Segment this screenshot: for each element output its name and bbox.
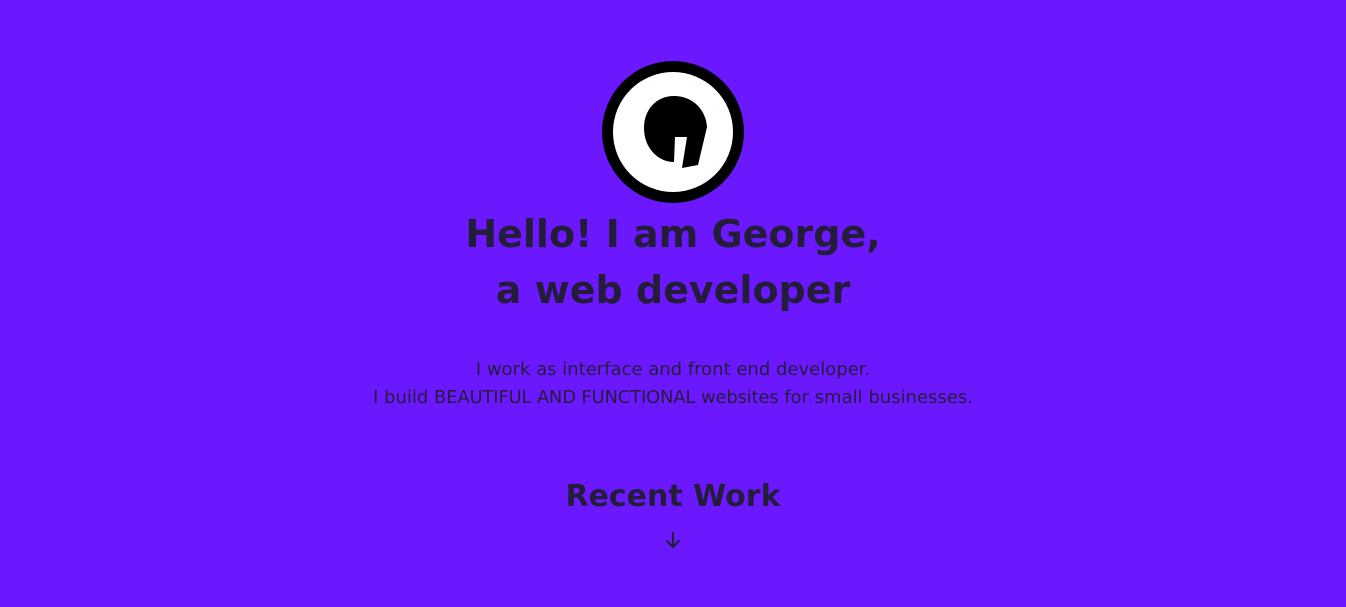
intro-emphasis-beautiful: BEAUTIFUL AND FUNCTIONAL bbox=[434, 387, 696, 408]
intro-line-2: I build BEAUTIFUL AND FUNCTIONAL website… bbox=[0, 384, 1346, 412]
intro-text: I work as interface and front end develo… bbox=[0, 356, 1346, 412]
intro-emphasis-websites: websites bbox=[700, 387, 779, 408]
hero-section: Hello! I am George, a web developer I wo… bbox=[0, 0, 1346, 607]
page-title: Hello! I am George, a web developer bbox=[0, 206, 1346, 318]
intro-line-2-prefix: I build bbox=[373, 387, 435, 408]
intro-line-1: I work as interface and front end develo… bbox=[475, 359, 871, 380]
title-line-2: a web developer bbox=[495, 268, 851, 312]
recent-work-heading: Recent Work bbox=[565, 479, 781, 514]
intro-line-2-suffix: for small businesses. bbox=[778, 387, 973, 408]
arrow-down-icon[interactable] bbox=[664, 531, 682, 551]
title-line-1: Hello! I am George, bbox=[465, 212, 881, 256]
g-logo-icon bbox=[602, 61, 744, 203]
